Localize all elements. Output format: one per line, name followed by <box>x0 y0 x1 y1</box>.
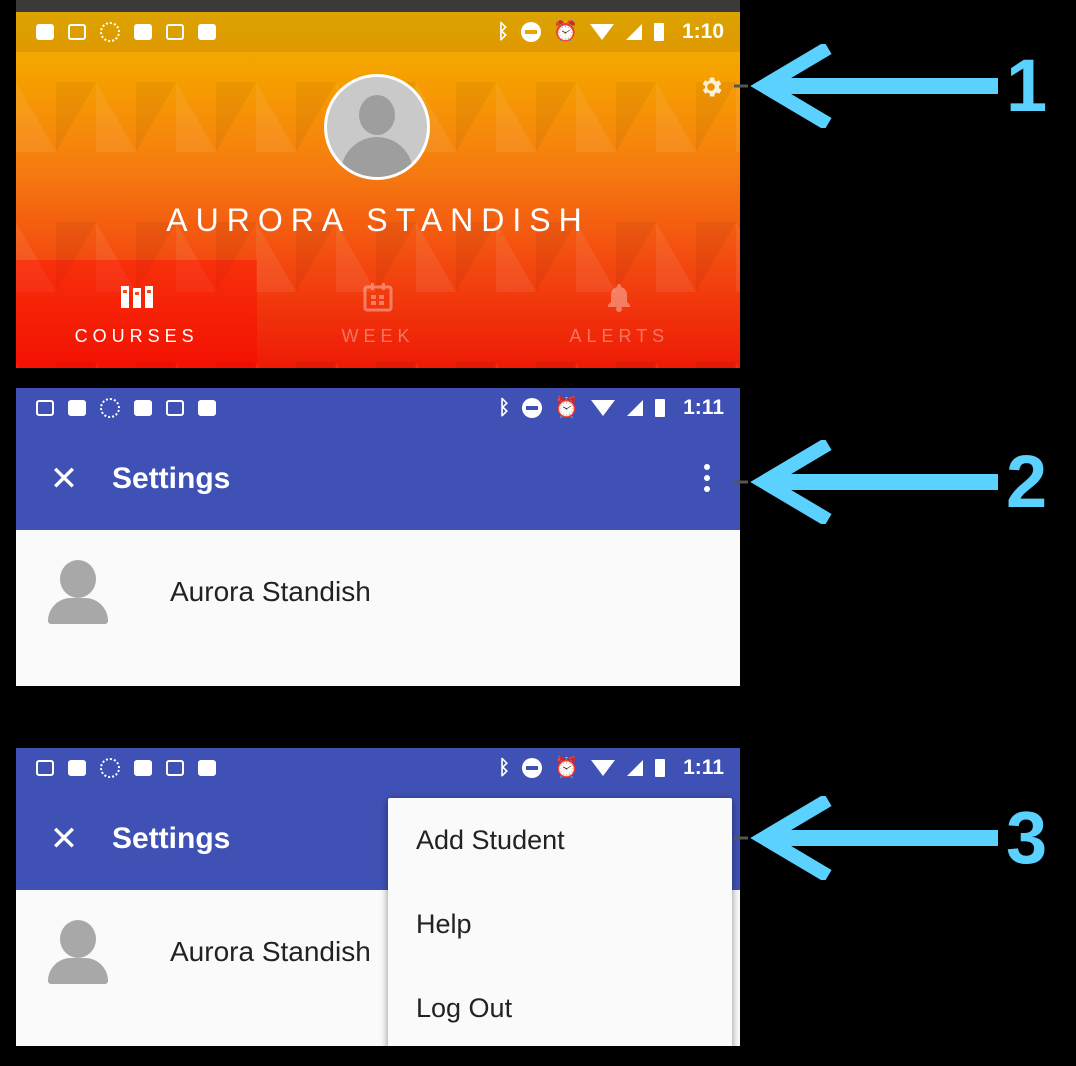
page-title: Settings <box>112 462 231 495</box>
briefcase-icon <box>198 24 216 40</box>
battery-icon <box>655 399 666 417</box>
bluetooth-icon: ᛒ <box>497 21 510 43</box>
outlook-icon <box>68 760 86 776</box>
close-icon[interactable]: ✕ <box>16 822 112 856</box>
image-icon <box>36 760 54 776</box>
left-arrow-icon <box>734 440 998 524</box>
bluetooth-icon: ᛒ <box>498 397 511 419</box>
overflow-menu: Add Student Help Log Out <box>388 798 732 1046</box>
callout-number: 2 <box>1006 440 1048 523</box>
notification-icons <box>36 398 216 418</box>
cellular-icon <box>627 400 644 416</box>
image-icon <box>68 24 86 40</box>
menu-item-help[interactable]: Help <box>388 882 732 966</box>
tab-label: COURSES <box>74 325 199 346</box>
canvas-icon <box>100 398 120 418</box>
profile-name: AURORA STANDISH <box>166 202 590 238</box>
gear-icon[interactable] <box>698 74 724 100</box>
battery-icon <box>655 759 666 777</box>
app-bar: ᛒ ⏰ 1:11 ✕ Settings <box>16 388 740 530</box>
left-arrow-icon <box>734 44 998 128</box>
bell-icon <box>606 282 632 312</box>
battery-icon <box>653 23 664 41</box>
settings-screen: ᛒ ⏰ 1:11 ✕ Settings Aurora Standish <box>16 388 740 686</box>
callout-2: 2 <box>734 440 1047 524</box>
courses-icon <box>120 282 154 312</box>
callout-number: 1 <box>1006 44 1048 127</box>
top-edge <box>16 0 740 12</box>
do-not-disturb-icon <box>521 22 542 42</box>
settings-screen-menu-open: ᛒ ⏰ 1:11 ✕ Settings Aurora Standish Add … <box>16 748 740 1046</box>
canvas-icon <box>100 22 120 42</box>
system-icons: ᛒ ⏰ 1:11 <box>498 396 724 420</box>
bluetooth-icon: ᛒ <box>498 757 511 779</box>
status-bar: ᛒ ⏰ 1:11 <box>16 748 740 788</box>
briefcase-icon <box>198 760 216 776</box>
do-not-disturb-icon <box>522 758 543 778</box>
notification-icons <box>36 758 216 778</box>
book-icon <box>134 400 152 416</box>
toolbar: ✕ Settings <box>16 428 740 530</box>
avatar <box>46 920 110 984</box>
briefcase-icon <box>198 400 216 416</box>
calendar-notif-icon <box>166 400 184 416</box>
tab-alerts[interactable]: ALERTS <box>499 260 740 368</box>
image-icon <box>36 400 54 416</box>
cellular-icon <box>627 760 644 776</box>
cellular-icon <box>625 24 642 40</box>
wifi-icon <box>591 400 616 416</box>
tab-week[interactable]: WEEK <box>257 260 498 368</box>
tab-courses[interactable]: COURSES <box>16 260 258 368</box>
notification-icons <box>36 22 216 42</box>
book-icon <box>134 760 152 776</box>
tab-label: WEEK <box>341 325 415 346</box>
do-not-disturb-icon <box>522 398 543 418</box>
alarm-icon: ⏰ <box>554 757 580 779</box>
wifi-icon <box>589 24 614 40</box>
left-arrow-icon <box>734 796 998 880</box>
callout-3: 3 <box>734 796 1047 880</box>
student-name: Aurora Standish <box>170 936 371 967</box>
profile-avatar[interactable] <box>324 74 430 180</box>
student-list-item[interactable]: Aurora Standish <box>16 552 740 632</box>
status-bar: ᛒ ⏰ 1:10 <box>16 12 740 52</box>
status-time: 1:11 <box>683 756 724 779</box>
book-icon <box>134 24 152 40</box>
outlook-icon <box>68 400 86 416</box>
outlook-icon <box>36 24 54 40</box>
calendar-icon <box>363 282 393 312</box>
system-icons: ᛒ ⏰ 1:10 <box>497 20 724 44</box>
tab-label: ALERTS <box>569 325 670 346</box>
alarm-icon: ⏰ <box>553 21 578 43</box>
callout-1: 1 <box>734 44 1047 128</box>
profile-screen: ᛒ ⏰ 1:10 AURORA STANDISH COURSES WEEK AL… <box>16 12 740 368</box>
close-icon[interactable]: ✕ <box>16 462 112 496</box>
tab-bar: COURSES WEEK ALERTS <box>16 260 740 368</box>
wifi-icon <box>591 760 616 776</box>
status-bar: ᛒ ⏰ 1:11 <box>16 388 740 428</box>
menu-item-add-student[interactable]: Add Student <box>388 798 732 882</box>
status-time: 1:11 <box>683 396 724 419</box>
avatar <box>46 560 110 624</box>
status-time: 1:10 <box>681 20 724 43</box>
page-title: Settings <box>112 822 231 855</box>
alarm-icon: ⏰ <box>554 397 580 419</box>
callout-number: 3 <box>1006 796 1048 879</box>
calendar-notif-icon <box>166 24 184 40</box>
student-name: Aurora Standish <box>170 576 371 607</box>
more-options-icon[interactable] <box>704 464 710 492</box>
menu-item-log-out[interactable]: Log Out <box>388 966 732 1046</box>
calendar-notif-icon <box>166 760 184 776</box>
system-icons: ᛒ ⏰ 1:11 <box>498 756 724 780</box>
canvas-icon <box>100 758 120 778</box>
